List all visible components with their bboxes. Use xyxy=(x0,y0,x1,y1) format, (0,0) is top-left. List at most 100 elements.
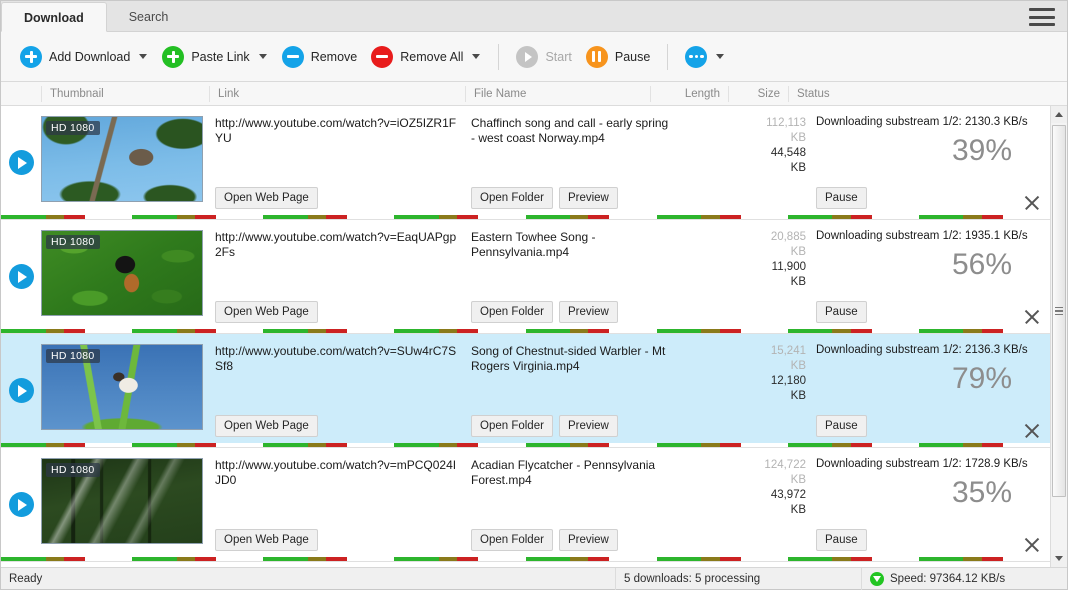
progress-segment xyxy=(1,215,132,219)
link-url[interactable]: http://www.youtube.com/watch?v=iOZ5IZR1F… xyxy=(215,116,459,146)
row-pause-button[interactable]: Pause xyxy=(816,187,867,209)
preview-button[interactable]: Preview xyxy=(558,529,618,551)
thumbnail-image[interactable]: HD 1080 xyxy=(41,116,203,202)
play-button-icon[interactable] xyxy=(8,492,34,517)
column-header-size[interactable]: Size xyxy=(728,85,788,102)
length-column xyxy=(676,334,754,447)
column-header-length[interactable]: Length xyxy=(650,85,728,102)
thumbnail-image[interactable]: HD 1080 xyxy=(41,458,203,544)
preview-button[interactable]: Preview xyxy=(558,415,618,437)
close-icon[interactable] xyxy=(1022,535,1042,555)
status-bar: Ready 5 downloads: 5 processing Speed: 9… xyxy=(1,567,1067,590)
progress-bar xyxy=(1,557,1050,561)
scroll-down-arrow-icon[interactable] xyxy=(1051,550,1067,567)
progress-segment xyxy=(1,329,132,333)
length-column xyxy=(676,106,754,219)
link-url[interactable]: http://www.youtube.com/watch?v=SUw4rC7SS… xyxy=(215,344,459,374)
link-url[interactable]: http://www.youtube.com/watch?v=EaqUAPgp2… xyxy=(215,230,459,260)
add-download-button[interactable]: Add Download xyxy=(13,42,137,72)
progress-segment xyxy=(656,329,788,333)
remove-all-label: Remove All xyxy=(400,49,464,64)
pause-button[interactable]: Pause xyxy=(579,42,657,72)
open-folder-button[interactable]: Open Folder xyxy=(471,529,553,551)
scroll-up-arrow-icon[interactable] xyxy=(1051,106,1067,123)
more-options-caret-icon[interactable] xyxy=(716,54,725,59)
download-row[interactable]: HD 1080 http://www.youtube.com/watch?v=i… xyxy=(1,106,1050,220)
remove-all-caret-icon[interactable] xyxy=(472,54,481,59)
application-window: Download Search Add Download Paste Link … xyxy=(0,0,1068,590)
remove-button[interactable]: Remove xyxy=(275,42,365,72)
paste-link-button[interactable]: Paste Link xyxy=(155,42,256,72)
open-folder-button[interactable]: Open Folder xyxy=(471,301,553,323)
open-web-page-button[interactable]: Open Web Page xyxy=(215,301,318,323)
row-pause-button[interactable]: Pause xyxy=(816,415,867,437)
open-web-page-button[interactable]: Open Web Page xyxy=(215,529,318,551)
length-column xyxy=(676,220,754,333)
file-name: Chaffinch song and call - early spring -… xyxy=(471,116,669,145)
link-actions: Open Web Page xyxy=(215,415,318,437)
play-button-icon[interactable] xyxy=(8,378,34,403)
file-actions: Open Folder Preview xyxy=(471,415,618,437)
open-web-page-button[interactable]: Open Web Page xyxy=(215,415,318,437)
column-header-thumbnail[interactable]: Thumbnail xyxy=(41,85,209,102)
status-bar-speed-segment: Speed: 97364.12 KB/s xyxy=(861,567,1067,590)
tab-download[interactable]: Download xyxy=(1,2,107,32)
progress-segment xyxy=(525,215,657,219)
remove-all-button[interactable]: Remove All xyxy=(364,42,470,72)
open-folder-button[interactable]: Open Folder xyxy=(471,187,553,209)
open-web-page-button[interactable]: Open Web Page xyxy=(215,187,318,209)
thumbnail-image[interactable]: HD 1080 xyxy=(41,230,203,316)
row-pause-wrap: Pause xyxy=(816,415,867,437)
close-icon[interactable] xyxy=(1022,421,1042,441)
scrollbar-track[interactable] xyxy=(1051,123,1067,550)
quality-badge: HD 1080 xyxy=(46,463,100,477)
size-downloaded: 44,548 KB xyxy=(770,147,806,174)
column-header-filename[interactable]: File Name xyxy=(465,85,650,102)
scrollbar-grip-icon xyxy=(1055,306,1063,316)
download-row[interactable]: HD 1080 http://www.youtube.com/watch?v=m… xyxy=(1,448,1050,562)
preview-button[interactable]: Preview xyxy=(558,301,618,323)
progress-segment xyxy=(263,329,394,333)
more-options-button[interactable] xyxy=(678,42,714,72)
progress-segment xyxy=(263,215,394,219)
status-column: Downloading substream 1/2: 2130.3 KB/s 3… xyxy=(814,106,1050,219)
start-button[interactable]: Start xyxy=(509,42,578,72)
column-header-status[interactable]: Status xyxy=(788,85,1024,102)
link-url[interactable]: http://www.youtube.com/watch?v=mPCQ024IJ… xyxy=(215,458,459,488)
open-folder-button[interactable]: Open Folder xyxy=(471,415,553,437)
tab-search[interactable]: Search xyxy=(107,2,191,32)
play-button-icon[interactable] xyxy=(8,264,34,289)
column-header-link[interactable]: Link xyxy=(209,85,465,102)
status-text: Downloading substream 1/2: 2130.3 KB/s xyxy=(816,116,1028,128)
progress-segment xyxy=(656,215,788,219)
progress-segment xyxy=(787,329,919,333)
thumbnail-image[interactable]: HD 1080 xyxy=(41,344,203,430)
hamburger-menu-icon[interactable] xyxy=(1029,8,1055,26)
quality-badge: HD 1080 xyxy=(46,235,100,249)
download-row[interactable]: HD 1080 http://www.youtube.com/watch?v=S… xyxy=(1,334,1050,448)
play-button-icon[interactable] xyxy=(8,150,34,175)
progress-segment xyxy=(787,443,919,447)
progress-segment xyxy=(525,443,657,447)
row-pause-button[interactable]: Pause xyxy=(816,529,867,551)
size-downloaded: 43,972 KB xyxy=(770,489,806,516)
add-download-caret-icon[interactable] xyxy=(139,54,148,59)
download-row[interactable]: HD 1080 http://www.youtube.com/watch?v=E… xyxy=(1,220,1050,334)
close-icon[interactable] xyxy=(1022,307,1042,327)
close-icon[interactable] xyxy=(1022,193,1042,213)
toolbar-separator-2 xyxy=(667,43,669,70)
file-actions: Open Folder Preview xyxy=(471,529,618,551)
progress-segment xyxy=(918,443,1050,447)
more-dots-circle-blue-icon xyxy=(685,45,708,68)
progress-segment xyxy=(656,557,788,561)
vertical-scrollbar[interactable] xyxy=(1050,106,1067,567)
preview-button[interactable]: Preview xyxy=(558,187,618,209)
downloads-list[interactable]: HD 1080 http://www.youtube.com/watch?v=i… xyxy=(1,106,1050,567)
row-pause-button[interactable]: Pause xyxy=(816,301,867,323)
progress-segment xyxy=(918,215,1050,219)
progress-segment xyxy=(132,557,263,561)
status-bar-downloads-summary: 5 downloads: 5 processing xyxy=(615,567,861,590)
quality-badge: HD 1080 xyxy=(46,349,100,363)
scrollbar-thumb[interactable] xyxy=(1052,125,1066,497)
paste-link-caret-icon[interactable] xyxy=(258,54,267,59)
